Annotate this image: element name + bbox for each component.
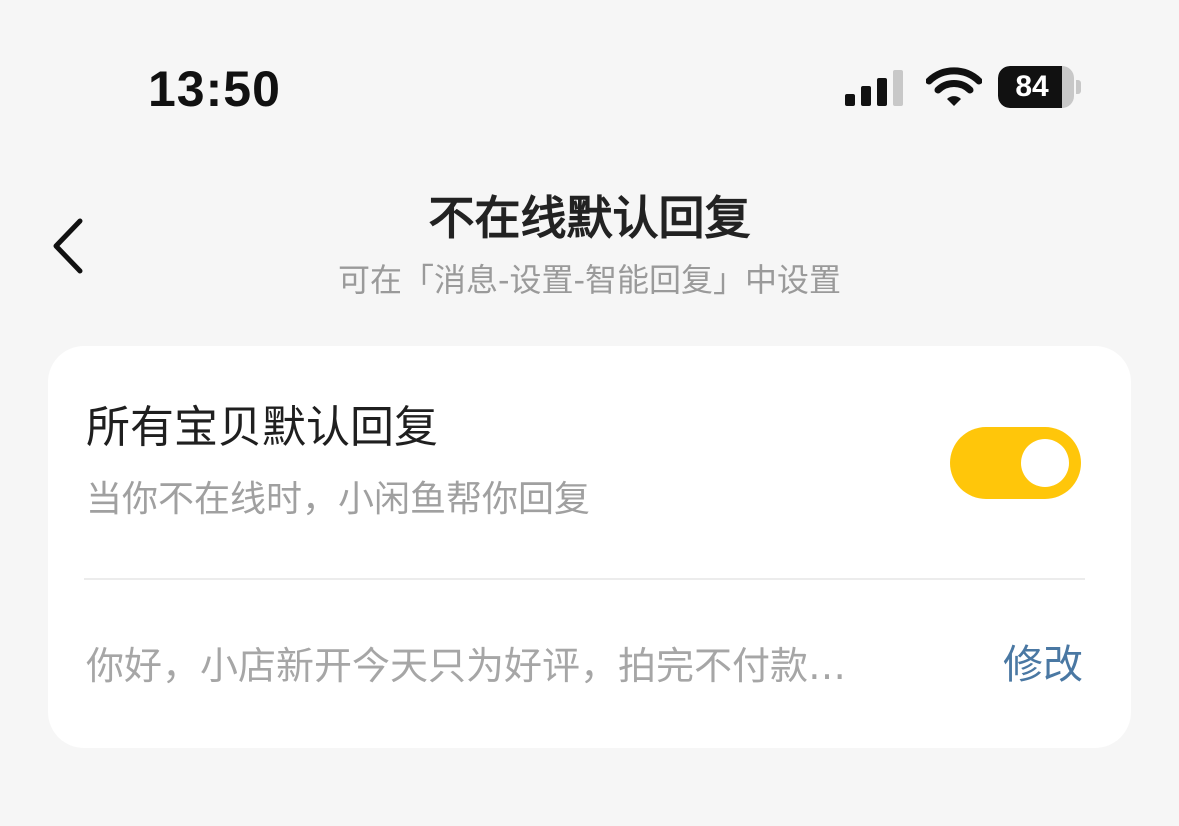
reply-message-preview: 你好，小店新开今天只为好评，拍完不付款… — [86, 644, 847, 688]
status-time: 13:50 — [148, 61, 281, 117]
wifi-icon — [926, 67, 982, 106]
edit-reply-button[interactable]: 修改 — [1003, 638, 1083, 692]
battery-level: 84 — [1015, 70, 1049, 103]
page-title: 不在线默认回复 — [428, 191, 751, 245]
setting-title: 所有宝贝默认回复 — [86, 402, 438, 453]
cellular-signal-icon — [845, 70, 905, 106]
auto-reply-toggle[interactable] — [950, 427, 1081, 499]
page-subtitle: 可在「消息-设置-智能回复」中设置 — [337, 261, 842, 299]
battery-icon: 84 — [998, 66, 1082, 108]
divider — [84, 578, 1085, 580]
toggle-knob — [1021, 439, 1069, 487]
screen: 13:50 84 不在线默认回复 可在「消息-设置-智能回复」中设置 所有宝贝默… — [0, 0, 1179, 826]
auto-reply-card: 所有宝贝默认回复 当你不在线时，小闲鱼帮你回复 你好，小店新开今天只为好评，拍完… — [48, 346, 1131, 748]
setting-description: 当你不在线时，小闲鱼帮你回复 — [86, 479, 591, 520]
